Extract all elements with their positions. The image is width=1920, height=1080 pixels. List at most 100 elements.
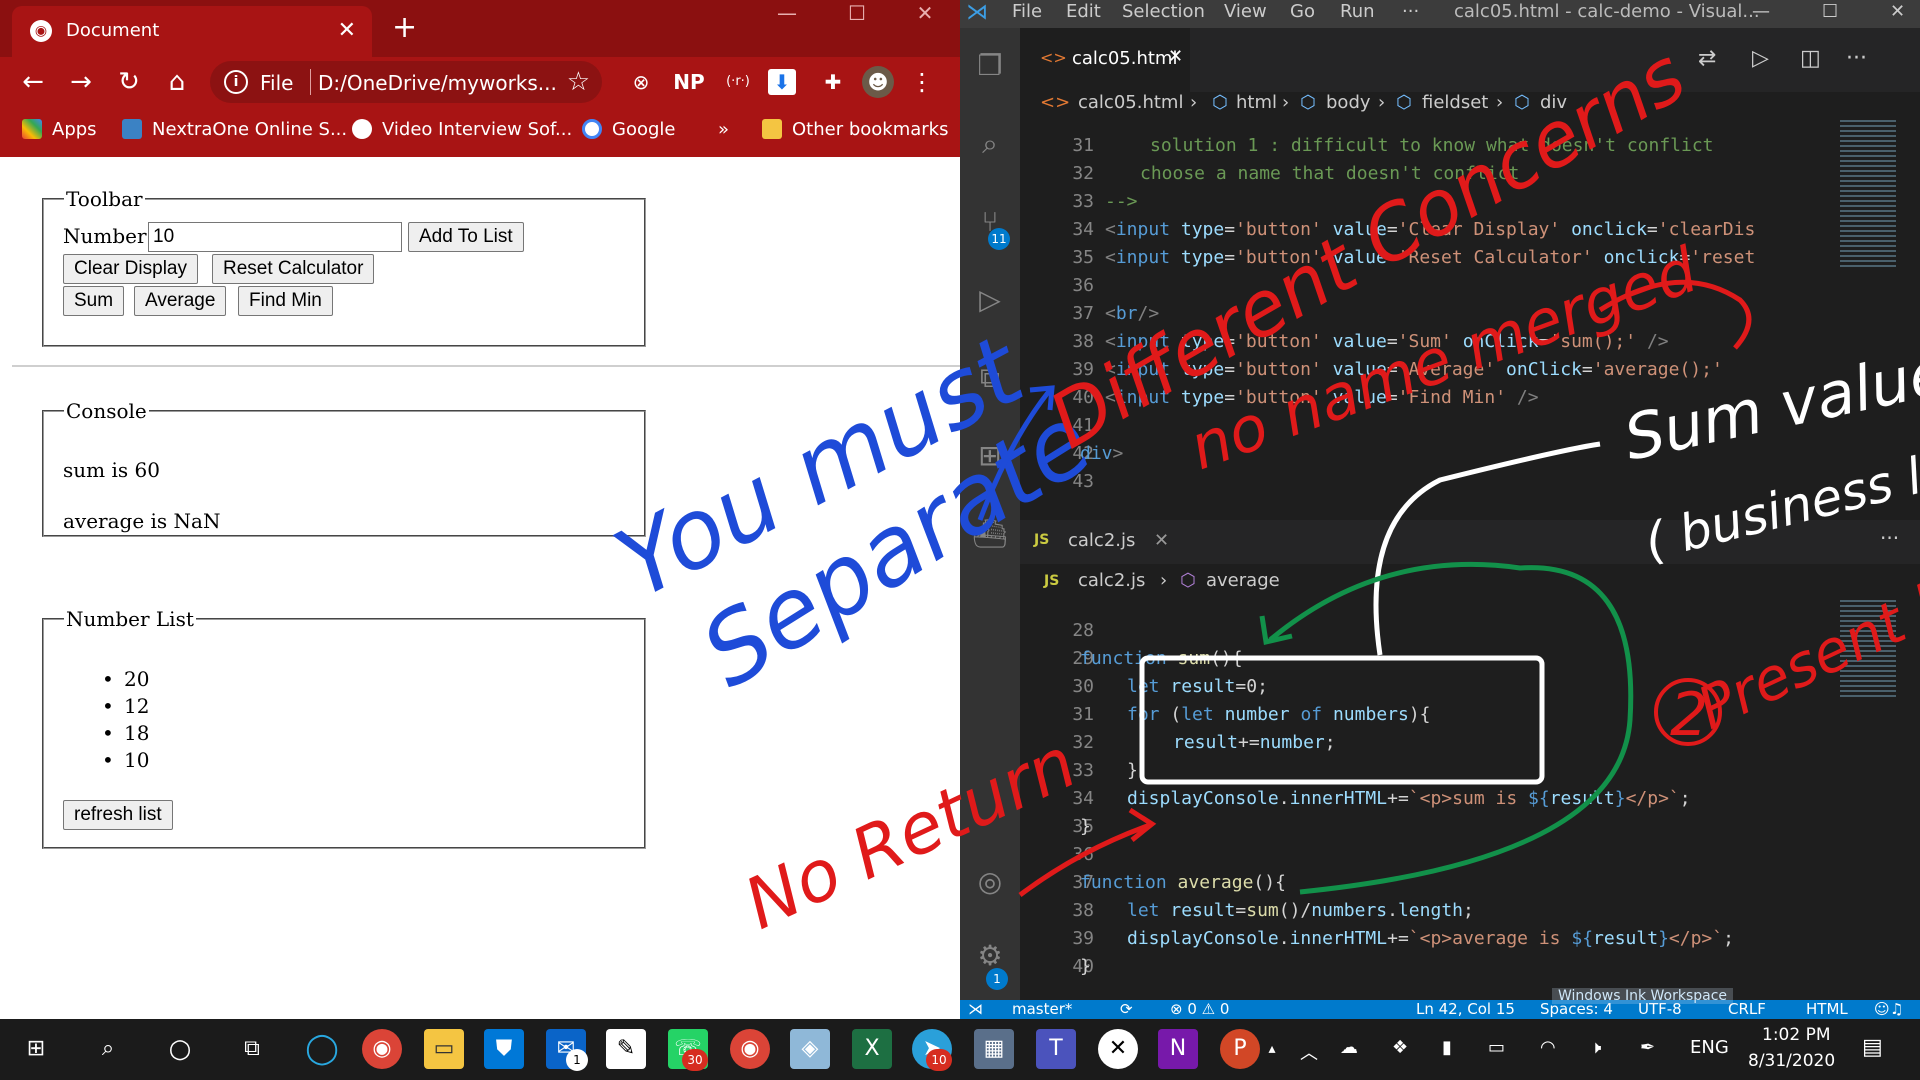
address-bar[interactable]: i File D:/OneDrive/myworks... ☆ xyxy=(210,61,602,103)
sum-button[interactable]: Sum xyxy=(63,286,125,316)
bookmark-nextraone[interactable]: NextraOne Online S... xyxy=(122,119,347,140)
clock-time[interactable]: 1:02 PM xyxy=(1762,1025,1831,1045)
maximize-icon[interactable]: ☐ xyxy=(822,0,892,40)
file-explorer-icon[interactable]: ▭ xyxy=(424,1029,464,1069)
menu-selection[interactable]: Selection xyxy=(1122,1,1205,22)
taskbar-scroll-icon[interactable]: ▴ xyxy=(1262,1029,1282,1069)
docker-icon[interactable]: ⛴ xyxy=(972,516,1008,552)
bookmark-apps[interactable]: Apps xyxy=(22,119,97,140)
problems-count[interactable]: ⊗ 0 ⚠ 0 xyxy=(1170,1000,1229,1018)
draw-app-icon[interactable]: ✎ xyxy=(606,1029,646,1069)
back-icon[interactable]: ← xyxy=(16,65,50,99)
profile-avatar[interactable]: ☻ xyxy=(862,66,894,98)
cursor-position[interactable]: Ln 42, Col 15 xyxy=(1416,1000,1515,1018)
breadcrumb-item[interactable]: calc2.js xyxy=(1078,570,1145,591)
line-ending[interactable]: CRLF xyxy=(1728,1000,1766,1018)
run-icon[interactable]: ▷ xyxy=(1752,46,1769,71)
vscode-close-icon[interactable]: ✕ xyxy=(1890,1,1905,22)
powerpoint-icon[interactable]: P xyxy=(1220,1029,1260,1069)
forward-icon[interactable]: → xyxy=(64,65,98,99)
extension-download-icon[interactable]: ⬇ xyxy=(768,69,796,95)
new-tab-button[interactable]: + xyxy=(392,10,417,45)
bookmark-other[interactable]: Other bookmarks xyxy=(762,119,948,140)
url-text[interactable]: D:/OneDrive/myworks... xyxy=(318,71,557,95)
extension-radio-icon[interactable]: (·r·) xyxy=(718,66,758,98)
input-language[interactable]: ENG xyxy=(1690,1037,1729,1058)
notifications-bell-icon[interactable]: ♫ xyxy=(1890,1000,1903,1018)
reset-calculator-button[interactable]: Reset Calculator xyxy=(212,254,375,284)
search-icon[interactable]: ⌕ xyxy=(88,1029,128,1069)
task-view-icon[interactable]: ⧉ xyxy=(232,1029,272,1069)
number-input[interactable]: 10 xyxy=(148,222,402,252)
bookmark-video-interview[interactable]: Video Interview Sof... xyxy=(352,119,572,140)
breadcrumb-item[interactable]: fieldset xyxy=(1422,92,1488,113)
html-editor[interactable]: 31 solution 1 : difficult to know what d… xyxy=(1020,132,1860,516)
compare-changes-icon[interactable]: ⇄ xyxy=(1698,46,1716,71)
tab-calc2-js[interactable]: calc2.js xyxy=(1068,530,1135,551)
tray-overflow-icon[interactable]: ︿ xyxy=(1300,1039,1318,1065)
extension-np-icon[interactable]: NP xyxy=(672,66,706,98)
tab-close-icon[interactable]: ✕ xyxy=(338,18,356,43)
volume-mute-icon[interactable]: 🕨 xyxy=(1590,1037,1601,1058)
tab-close-icon[interactable]: ✕ xyxy=(1168,46,1183,67)
feedback-icon[interactable]: ☺ xyxy=(1874,1000,1890,1018)
minimap-top[interactable] xyxy=(1840,120,1896,270)
js-editor[interactable]: 28 29 function sum(){ 30 let result=0; 3… xyxy=(1020,617,1860,999)
notes-icon[interactable]: ◈ xyxy=(790,1029,830,1069)
usb-icon[interactable]: ▮ xyxy=(1442,1037,1452,1058)
battery-icon[interactable]: ▭ xyxy=(1488,1037,1505,1058)
extension-record-icon[interactable]: ⊗ xyxy=(626,66,656,98)
menu-more[interactable]: ··· xyxy=(1402,1,1419,22)
onedrive-icon[interactable]: ☁ xyxy=(1340,1037,1358,1058)
search-icon[interactable]: ⌕ xyxy=(972,126,1008,162)
excel-icon[interactable]: X xyxy=(852,1029,892,1069)
action-center-icon[interactable]: ▤ xyxy=(1862,1035,1883,1060)
split-editor-icon[interactable]: ◫ xyxy=(1800,46,1821,71)
menu-go[interactable]: Go xyxy=(1290,1,1315,22)
chrome-icon[interactable]: ◉ xyxy=(362,1029,402,1069)
breadcrumb-item[interactable]: calc05.html xyxy=(1078,92,1183,113)
git-branch[interactable]: master* xyxy=(1012,1000,1072,1018)
teams-icon[interactable]: T xyxy=(1036,1029,1076,1069)
language-mode[interactable]: HTML xyxy=(1806,1000,1848,1018)
find-min-button[interactable]: Find Min xyxy=(238,286,333,316)
refresh-list-button[interactable]: refresh list xyxy=(63,800,173,830)
extensions-puzzle-icon[interactable]: ✚ xyxy=(818,66,848,98)
chrome-profile-icon[interactable]: ◉ xyxy=(730,1029,770,1069)
windows-start-icon[interactable]: ⊞ xyxy=(16,1029,56,1069)
menu-view[interactable]: View xyxy=(1224,1,1267,22)
menu-file[interactable]: File xyxy=(1012,1,1042,22)
average-button[interactable]: Average xyxy=(134,286,227,316)
info-icon[interactable]: i xyxy=(224,70,248,94)
add-to-list-button[interactable]: Add To List xyxy=(408,222,524,252)
browser-tab[interactable]: ◉ Document ✕ xyxy=(12,6,372,57)
vscode-minimize-icon[interactable]: — xyxy=(1752,1,1770,22)
close-window-icon[interactable]: ✕ xyxy=(890,0,960,40)
account-icon[interactable]: ◎ xyxy=(972,864,1008,900)
bookmark-google[interactable]: Google xyxy=(582,119,675,140)
vscode-maximize-icon[interactable]: ☐ xyxy=(1822,1,1838,22)
breadcrumb-item[interactable]: body xyxy=(1326,92,1371,113)
breadcrumb-item[interactable]: average xyxy=(1206,570,1280,591)
reload-icon[interactable]: ↻ xyxy=(112,65,146,99)
run-debug-icon[interactable]: ▷ xyxy=(972,282,1008,318)
sync-icon[interactable]: ⟳ xyxy=(1120,1000,1133,1018)
menu-run[interactable]: Run xyxy=(1340,1,1375,22)
explorer-files-icon[interactable]: ❐ xyxy=(972,48,1008,84)
bookmarks-overflow[interactable]: » xyxy=(718,119,729,140)
minimap-bottom[interactable] xyxy=(1840,600,1896,700)
more-actions-icon[interactable]: ··· xyxy=(1880,526,1899,550)
remote-explorer-icon[interactable]: ⧉ xyxy=(972,360,1008,396)
remote-icon[interactable]: ⋊ xyxy=(968,1000,983,1018)
bookmark-star-icon[interactable]: ☆ xyxy=(567,67,590,97)
cortana-icon[interactable]: ○ xyxy=(160,1029,200,1069)
onenote-icon[interactable]: N xyxy=(1158,1029,1198,1069)
tab-calc05-html[interactable]: <> calc05.html ✕ xyxy=(1020,28,1190,92)
menu-edit[interactable]: Edit xyxy=(1066,1,1101,22)
dropbox-icon[interactable]: ❖ xyxy=(1392,1037,1408,1058)
extensions-icon[interactable]: ⊞ xyxy=(972,438,1008,474)
wifi-icon[interactable]: ◠ xyxy=(1540,1037,1556,1058)
minimize-icon[interactable]: — xyxy=(752,0,822,40)
home-icon[interactable]: ⌂ xyxy=(160,65,194,99)
clock-date[interactable]: 8/31/2020 xyxy=(1748,1051,1835,1071)
